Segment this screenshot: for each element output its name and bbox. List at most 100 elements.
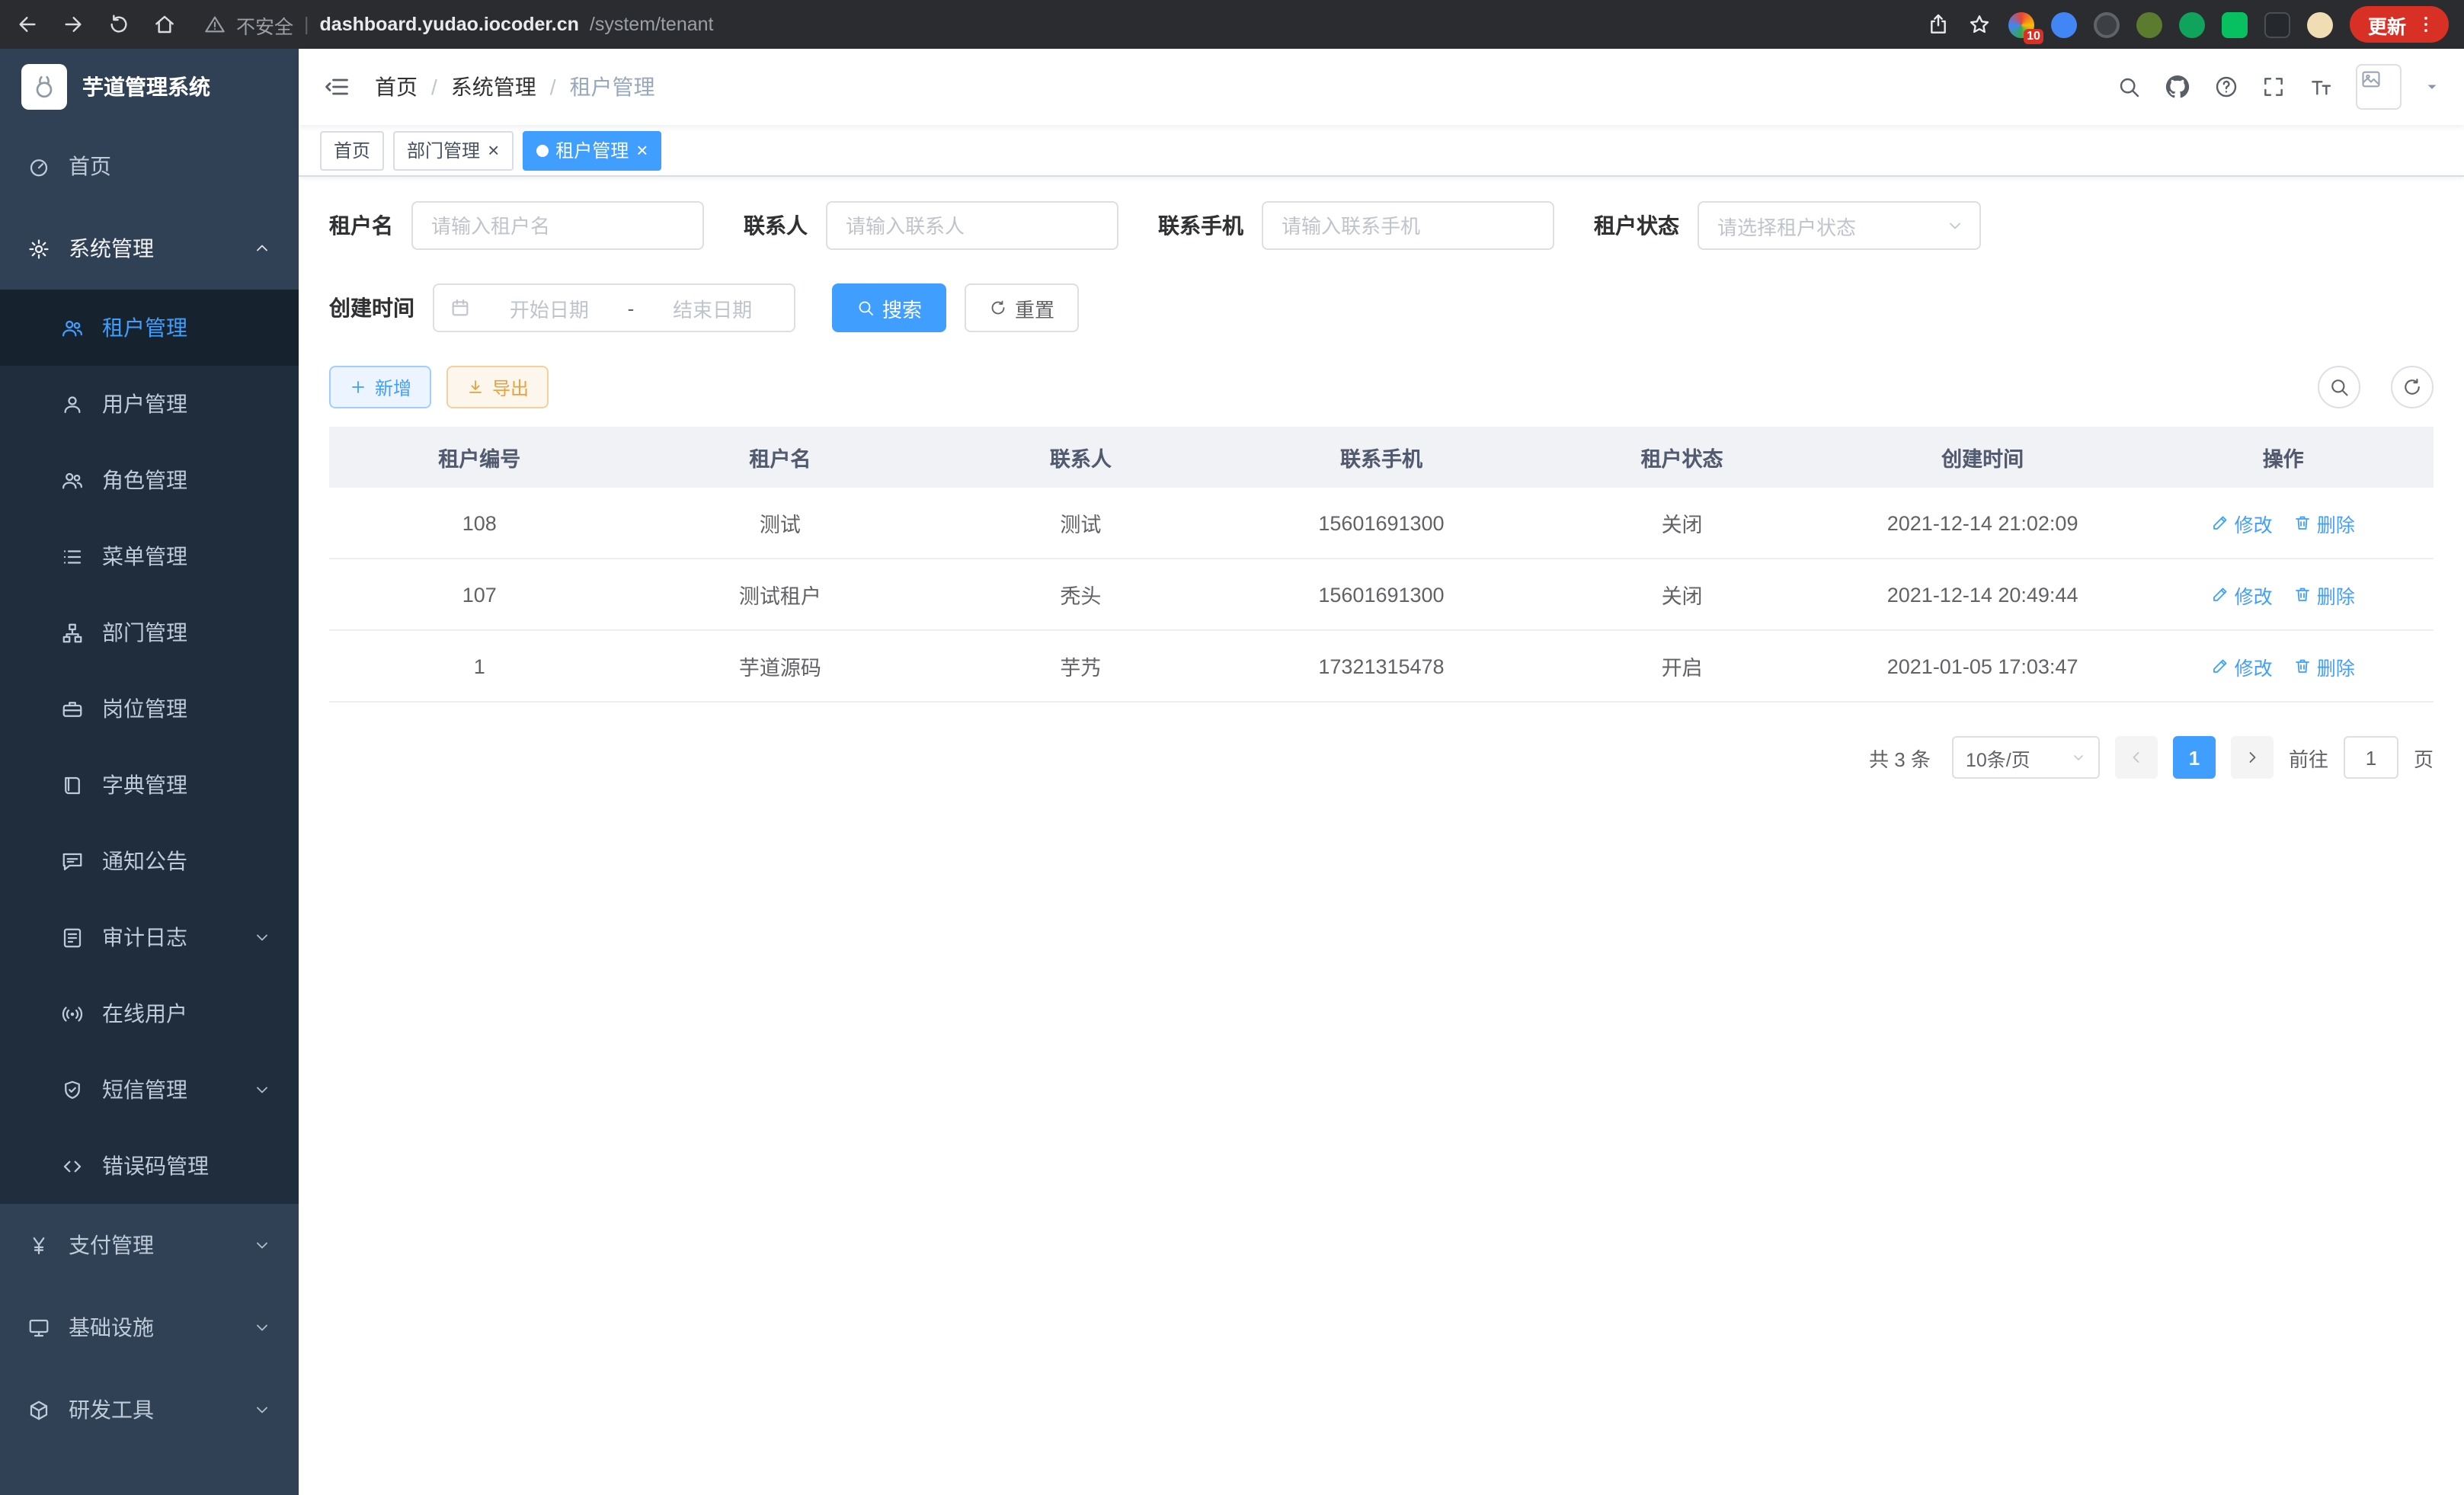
page-size-select[interactable]: 10条/页 [1952,736,2100,779]
browser-update-button[interactable]: 更新 [2350,6,2449,43]
font-size-icon[interactable] [2309,75,2333,99]
add-button[interactable]: 新增 [329,366,431,408]
tab-dept-management[interactable]: 部门管理 × [393,130,513,170]
breadcrumb-item[interactable]: 系统管理 [451,72,536,102]
tab-label: 部门管理 [407,137,480,163]
app-logo-row[interactable]: 芋道管理系统 [0,49,299,125]
sidebar-item-tenant-management[interactable]: 租户管理 [0,290,299,366]
browser-home-icon[interactable] [152,12,177,37]
refresh-icon [2402,376,2423,398]
cell-tenant-id: 108 [329,488,630,559]
caret-down-icon[interactable] [2424,79,2440,94]
close-icon[interactable]: × [636,140,648,160]
sidebar-item-infrastructure[interactable]: 基础设施 [0,1286,299,1369]
code-icon [61,1154,84,1177]
bookmark-star-icon[interactable] [1967,12,1992,37]
edit-pencil-icon [2212,657,2230,675]
sidebar-item-online-users[interactable]: 在线用户 [0,975,299,1052]
sidebar-item-dept-management[interactable]: 部门管理 [0,594,299,671]
toggle-search-button[interactable] [2318,366,2360,408]
table-row[interactable]: 108 测试 测试 15601691300 关闭 2021-12-14 21:0… [329,488,2434,559]
chevron-up-icon [253,239,271,258]
sidebar-item-label: 字典管理 [102,770,187,800]
search-button[interactable]: 搜索 [832,283,946,332]
avatar[interactable] [2356,64,2402,110]
sidebar-item-role-management[interactable]: 角色管理 [0,442,299,518]
reset-button[interactable]: 重置 [965,283,1079,332]
sidebar-item-label: 研发工具 [69,1394,154,1425]
sidebar-item-home[interactable]: 首页 [0,125,299,207]
menu-fold-icon[interactable] [323,73,350,101]
column-header: 租户编号 [329,427,630,488]
page-number-button[interactable]: 1 [2173,736,2216,779]
kebab-menu-icon[interactable] [2415,14,2437,35]
tenant-status-select[interactable]: 请选择租户状态 [1698,201,1981,250]
github-icon[interactable] [2164,73,2191,101]
question-help-icon[interactable] [2214,75,2238,99]
delete-button[interactable]: 删除 [2294,508,2355,537]
delete-button[interactable]: 删除 [2294,580,2355,609]
sidebar-item-payment-management[interactable]: 支付管理 [0,1204,299,1286]
chevron-down-icon [2071,750,2086,765]
edit-button[interactable]: 修改 [2212,580,2273,609]
sidebar-item-dev-tools[interactable]: 研发工具 [0,1369,299,1451]
export-button[interactable]: 导出 [446,366,549,408]
browser-extension-icon[interactable] [2222,11,2248,37]
browser-extension-icon[interactable] [2051,11,2077,37]
browser-back-icon[interactable] [15,12,40,37]
sidebar-item-audit-log[interactable]: 审计日志 [0,899,299,975]
browser-extension-icon[interactable] [2136,11,2162,37]
edit-button[interactable]: 修改 [2212,508,2273,537]
reset-button-label: 重置 [1015,293,1054,322]
close-icon[interactable]: × [488,140,499,160]
sidebar-item-system-management[interactable]: 系统管理 [0,207,299,290]
navbar: 首页 / 系统管理 / 租户管理 [299,49,2464,125]
sidebar-item-label: 系统管理 [69,233,154,264]
browser-extension-icon[interactable]: 10 [2008,11,2034,37]
browser-reload-icon[interactable] [107,12,131,37]
address-bar[interactable]: 不安全 | dashboard.yudao.iocoder.cn/system/… [204,10,714,39]
sidebar-item-post-management[interactable]: 岗位管理 [0,671,299,747]
sidebar-item-notice[interactable]: 通知公告 [0,823,299,899]
sidebar-item-error-code-management[interactable]: 错误码管理 [0,1128,299,1204]
delete-button[interactable]: 删除 [2294,651,2355,680]
browser-forward-icon[interactable] [61,12,85,37]
contact-phone-input[interactable] [1262,201,1554,250]
cell-phone: 15601691300 [1231,559,1532,631]
edit-button[interactable]: 修改 [2212,651,2273,680]
browser-extension-icon[interactable] [2179,11,2205,37]
chevron-right-icon [2243,748,2261,767]
browser-extension-icon[interactable] [2094,11,2120,37]
dashboard-icon [27,155,50,178]
sidebar-item-menu-management[interactable]: 菜单管理 [0,518,299,594]
column-header: 创建时间 [1832,427,2133,488]
screen: 不安全 | dashboard.yudao.iocoder.cn/system/… [0,0,2464,1495]
tab-tenant-management[interactable]: 租户管理 × [522,130,661,170]
table-row[interactable]: 107 测试租户 秃头 15601691300 关闭 2021-12-14 20… [329,559,2434,631]
column-header: 联系手机 [1231,427,1532,488]
sidebar-item-user-management[interactable]: 用户管理 [0,366,299,442]
tab-home[interactable]: 首页 [320,130,384,170]
sidebar-item-sms-management[interactable]: 短信管理 [0,1052,299,1128]
breadcrumb-item[interactable]: 首页 [375,72,418,102]
cell-actions: 修改 删除 [2133,488,2434,559]
tenant-name-label: 租户名 [329,210,411,241]
next-page-button[interactable] [2231,736,2274,779]
cell-tenant-id: 1 [329,631,630,703]
sidebar-item-dict-management[interactable]: 字典管理 [0,747,299,823]
add-button-label: 新增 [375,374,411,400]
fullscreen-icon[interactable] [2261,75,2286,99]
prev-page-button[interactable] [2115,736,2158,779]
contact-input[interactable] [826,201,1118,250]
tenant-name-input[interactable] [411,201,704,250]
search-icon[interactable] [2117,75,2141,99]
create-time-range-picker[interactable]: 开始日期 - 结束日期 [433,283,795,332]
security-label[interactable]: 不安全 [236,10,293,39]
refresh-table-button[interactable] [2391,366,2434,408]
browser-extension-icon[interactable] [2264,11,2290,37]
sidebar-item-label: 角色管理 [102,465,187,495]
share-icon[interactable] [1926,12,1950,37]
table-row[interactable]: 1 芋道源码 芋艿 17321315478 开启 2021-01-05 17:0… [329,631,2434,703]
browser-extension-icon[interactable] [2307,11,2333,37]
goto-page-input[interactable] [2344,736,2398,779]
